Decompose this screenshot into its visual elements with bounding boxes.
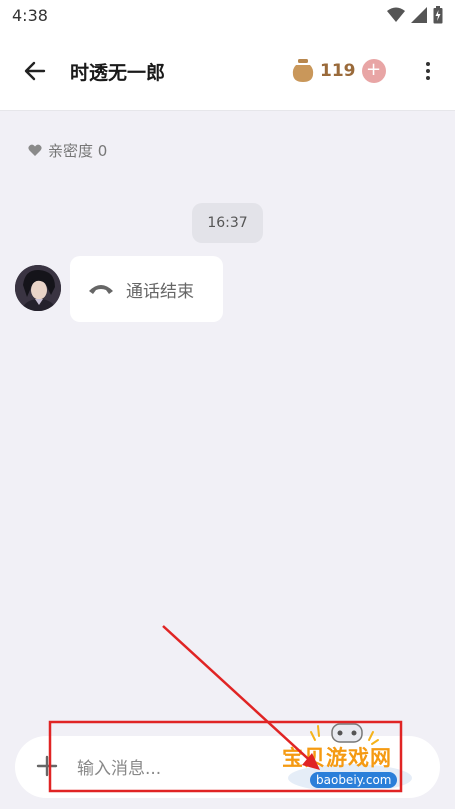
coin-balance[interactable]: 119 + xyxy=(292,57,386,85)
chat-header: 时透无一郎 119 + xyxy=(0,30,455,111)
heart-icon xyxy=(28,144,42,156)
add-coin-button[interactable]: + xyxy=(361,59,386,83)
call-ended-message[interactable]: 通话结束 xyxy=(70,256,223,322)
intimacy-indicator: 亲密度 0 xyxy=(28,140,107,161)
status-bar: 4:38 xyxy=(0,0,455,30)
phone-hangup-icon xyxy=(89,285,113,294)
message-input[interactable] xyxy=(75,750,299,788)
annotation-overlay xyxy=(48,625,403,793)
intimacy-label: 亲密度 0 xyxy=(48,142,108,160)
coin-jar-icon xyxy=(292,59,314,82)
message-time-badge: 16:37 xyxy=(192,203,263,243)
system-icons xyxy=(387,6,443,24)
plus-icon[interactable] xyxy=(35,754,59,778)
coin-count: 119 xyxy=(320,61,356,81)
watermark-domain: baobeiy.com xyxy=(310,772,398,788)
wifi-icon xyxy=(387,7,405,22)
more-options-button[interactable] xyxy=(423,56,433,86)
back-button[interactable] xyxy=(18,54,52,88)
page-title: 时透无一郎 xyxy=(70,62,166,84)
message-time: 16:37 xyxy=(207,215,248,231)
watermark-text: 宝贝游戏网 xyxy=(282,746,392,770)
watermark-logo: 宝贝游戏网 baobeiy.com xyxy=(278,720,428,795)
avatar[interactable] xyxy=(15,265,61,311)
signal-icon xyxy=(411,7,427,23)
arrow-left-icon xyxy=(24,61,46,81)
more-vertical-icon xyxy=(426,62,430,66)
battery-icon xyxy=(433,6,443,24)
call-ended-label: 通话结束 xyxy=(126,281,194,302)
status-time: 4:38 xyxy=(12,6,48,25)
